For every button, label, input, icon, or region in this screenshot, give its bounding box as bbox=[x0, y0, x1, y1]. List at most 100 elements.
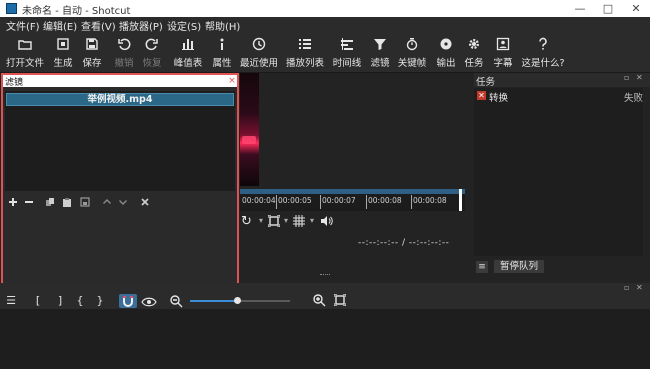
timeline-tracks-area[interactable] bbox=[0, 309, 650, 369]
video-neon-highlight bbox=[242, 136, 256, 144]
jobs-list[interactable] bbox=[474, 88, 643, 256]
paste-filters-button[interactable] bbox=[61, 197, 73, 209]
scrubber-tick bbox=[276, 195, 277, 209]
generate-icon bbox=[57, 38, 69, 50]
redo-button[interactable]: 恢复 bbox=[135, 32, 169, 72]
overwrite-icon[interactable]: } bbox=[94, 293, 106, 309]
zoom-fit-icon[interactable] bbox=[334, 294, 346, 306]
player-preview[interactable] bbox=[240, 73, 472, 285]
recent-label: 最近使用 bbox=[239, 58, 278, 69]
move-up-button[interactable] bbox=[101, 197, 113, 209]
scrub-eye-icon[interactable] bbox=[141, 297, 157, 307]
timeline-panel-header bbox=[0, 283, 650, 293]
zoom-out-icon[interactable] bbox=[170, 295, 183, 308]
set-in-point-icon[interactable]: [ bbox=[32, 293, 44, 309]
save-preset-button[interactable] bbox=[79, 197, 91, 209]
move-down-button[interactable] bbox=[117, 197, 129, 209]
deselect-icon bbox=[141, 198, 149, 206]
properties-button[interactable]: 属性 bbox=[205, 32, 239, 72]
minimize-button[interactable]: — bbox=[566, 0, 594, 17]
set-out-point-icon[interactable]: ] bbox=[54, 293, 66, 309]
maximize-button[interactable]: □ bbox=[594, 0, 622, 17]
remove-filter-button[interactable] bbox=[23, 197, 35, 209]
filter-list[interactable] bbox=[5, 91, 235, 191]
timeline-close-icon[interactable]: ✕ bbox=[636, 283, 643, 292]
save-icon bbox=[86, 38, 98, 50]
subtitles-button[interactable]: 字幕 bbox=[486, 32, 520, 72]
pause-queue-button[interactable]: 暂停队列 bbox=[494, 260, 544, 273]
add-icon bbox=[9, 198, 17, 206]
scrubber-tick bbox=[320, 195, 321, 209]
snap-magnet-icon bbox=[123, 296, 133, 307]
open-file-button[interactable]: 打开文件 bbox=[6, 32, 44, 72]
grid-icon[interactable] bbox=[293, 215, 305, 227]
timeline-float-icon[interactable]: ▫ bbox=[624, 283, 629, 292]
help-icon bbox=[539, 37, 547, 50]
panel-splitter-handle[interactable] bbox=[320, 274, 330, 277]
playlist-button[interactable]: 播放列表 bbox=[286, 32, 324, 72]
job-name[interactable]: 转换 bbox=[489, 90, 508, 104]
video-frame bbox=[240, 73, 259, 186]
timeline-icon bbox=[341, 38, 353, 50]
loop-icon[interactable]: ↻ bbox=[241, 214, 252, 229]
menu-help[interactable]: 帮助(H) bbox=[205, 18, 240, 33]
scrubber-tick-label: 00:00:08 bbox=[413, 196, 447, 205]
playhead[interactable] bbox=[459, 189, 462, 211]
zoom-slider-handle[interactable] bbox=[234, 297, 241, 304]
scrubber-tick bbox=[366, 195, 367, 209]
redo-icon bbox=[145, 38, 158, 51]
jobs-menu-button[interactable]: ≡ bbox=[476, 261, 488, 273]
whats-this-button[interactable]: 这是什么? bbox=[521, 32, 565, 72]
filters-title: 滤镜 bbox=[5, 78, 24, 88]
export-icon bbox=[440, 38, 452, 50]
gear-icon bbox=[469, 39, 479, 49]
timeline-menu-icon[interactable]: ☰ bbox=[5, 293, 17, 309]
deselect-filter-button[interactable] bbox=[139, 197, 151, 209]
save-preset-icon bbox=[80, 197, 90, 207]
scrubber-tick-label: 00:00:05 bbox=[278, 196, 312, 205]
properties-icon bbox=[220, 38, 224, 50]
jobs-close-icon[interactable]: ✕ bbox=[636, 73, 643, 82]
move-up-icon bbox=[103, 199, 111, 204]
loop-dropdown-icon[interactable]: ▾ bbox=[259, 216, 263, 225]
scrubber-tick bbox=[411, 195, 412, 209]
peak-meter-icon bbox=[182, 39, 194, 50]
menu-file[interactable]: 文件(F) bbox=[6, 18, 40, 33]
scrubber-tick-label: 00:00:07 bbox=[322, 196, 356, 205]
window-title: 未命名 - 自动 - Shotcut bbox=[22, 6, 131, 17]
move-down-icon bbox=[119, 200, 127, 205]
jobs-float-icon[interactable]: ▫ bbox=[624, 73, 629, 82]
jobs-title: 任务 bbox=[476, 77, 496, 88]
add-filter-button[interactable] bbox=[7, 197, 19, 209]
menu-edit[interactable]: 编辑(E) bbox=[43, 18, 77, 33]
menu-view[interactable]: 查看(V) bbox=[81, 18, 116, 33]
clock-icon bbox=[252, 37, 266, 51]
filters-title-bar bbox=[3, 75, 237, 87]
lift-icon[interactable]: { bbox=[74, 293, 86, 309]
scrubber-tick-label: 00:00:04 bbox=[242, 196, 276, 205]
remove-icon bbox=[25, 201, 33, 203]
copy-filters-button[interactable] bbox=[44, 197, 56, 209]
timecode-display: --:--:--:-- / --:--:--:-- bbox=[358, 238, 450, 248]
open-folder-icon bbox=[18, 40, 32, 50]
grid-dropdown-icon[interactable]: ▾ bbox=[310, 216, 314, 225]
scrubber-tick-label: 00:00:08 bbox=[368, 196, 402, 205]
zoom-dropdown-icon[interactable]: ▾ bbox=[284, 216, 288, 225]
close-window-button[interactable]: ✕ bbox=[622, 0, 650, 17]
playlist-icon bbox=[299, 39, 311, 49]
selected-clip-name: 举例视频.mp4 bbox=[6, 93, 234, 106]
zoom-slider-rest bbox=[240, 300, 290, 302]
undo-icon bbox=[118, 38, 131, 51]
recent-button[interactable]: 最近使用 bbox=[240, 32, 278, 72]
zoom-fit-frame-icon[interactable] bbox=[268, 215, 280, 227]
volume-icon[interactable] bbox=[320, 215, 333, 227]
menu-player[interactable]: 播放器(P) bbox=[119, 18, 163, 33]
filter-icon bbox=[374, 39, 386, 50]
keyframe-icon bbox=[406, 38, 418, 51]
snap-toggle[interactable] bbox=[119, 294, 137, 308]
filters-close-button[interactable]: × bbox=[228, 75, 236, 87]
copy-icon bbox=[46, 198, 54, 206]
paste-icon bbox=[63, 198, 71, 207]
zoom-in-icon[interactable] bbox=[313, 294, 326, 307]
menu-settings[interactable]: 设定(S) bbox=[167, 18, 201, 33]
